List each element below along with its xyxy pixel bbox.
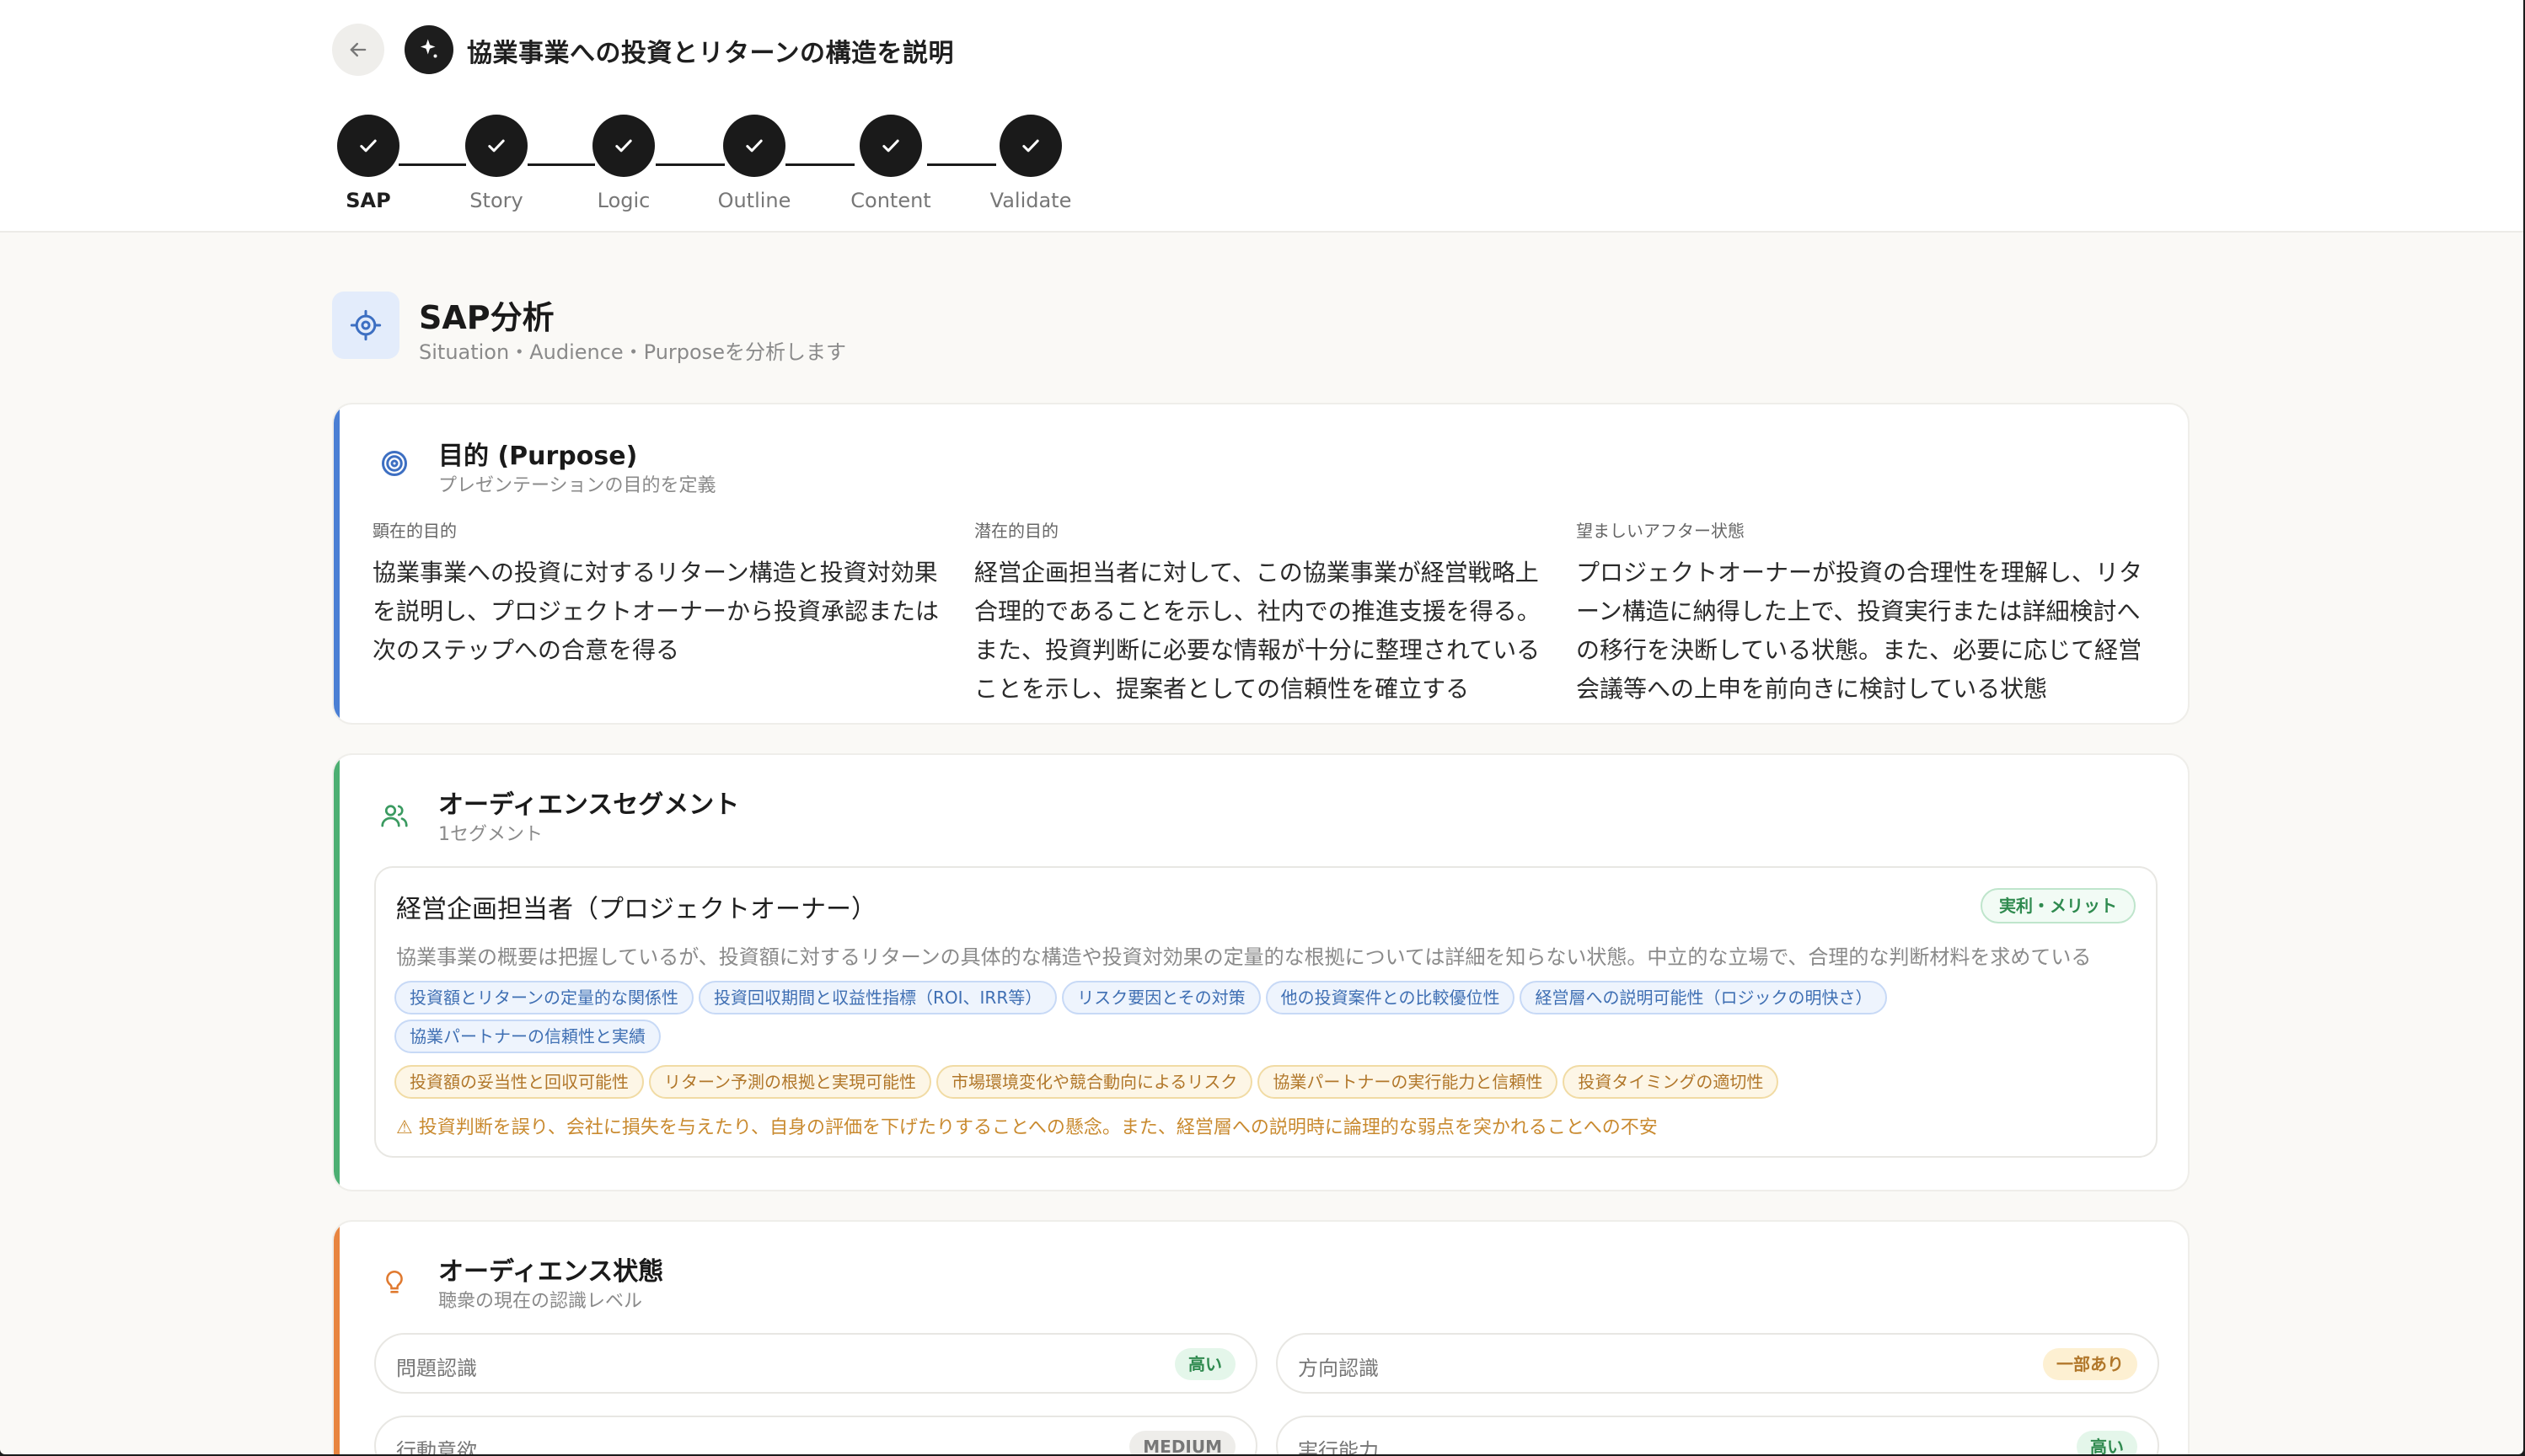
card-title: オーディエンス状態 xyxy=(438,1257,664,1287)
state-label: 方向認識 xyxy=(1298,1357,1379,1380)
concern-chip: 市場環境変化や競合動向によるリスク xyxy=(936,1065,1253,1099)
state-execution-capability[interactable]: 実行能力 高い xyxy=(1276,1416,2159,1454)
check-icon xyxy=(723,115,785,177)
card-title: オーディエンスセグメント xyxy=(438,790,740,820)
step-story[interactable]: Story xyxy=(429,115,564,212)
column-label: 望ましいアフター状態 xyxy=(1576,521,1745,541)
audience-segment-card: オーディエンスセグメント 1セグメント 経営企画担当者（プロジェクトオーナー） … xyxy=(332,753,2190,1191)
lightbulb-icon xyxy=(378,1266,411,1299)
concern-chip: 投資額の妥当性と回収可能性 xyxy=(394,1065,644,1099)
check-icon xyxy=(592,115,655,177)
purpose-card: 目的 (Purpose) プレゼンテーションの目的を定義 顕在的目的 協業事業へ… xyxy=(332,403,2190,725)
card-title: 目的 (Purpose) xyxy=(438,442,638,471)
segment-name: 経営企画担当者（プロジェクトオーナー） xyxy=(396,895,877,924)
card-accent xyxy=(334,1222,340,1454)
step-label: Story xyxy=(469,189,523,212)
state-problem-awareness[interactable]: 問題認識 高い xyxy=(374,1333,1257,1394)
interest-chip: 経営層への説明可能性（ロジックの明快さ） xyxy=(1520,981,1888,1014)
interest-chip: 投資額とリターンの定量的な関係性 xyxy=(394,981,694,1014)
step-content[interactable]: Content xyxy=(823,115,958,212)
audience-state-card: オーディエンス状態 聴衆の現在の認識レベル 問題認識 高い 方向認識 一部あり … xyxy=(332,1220,2190,1454)
users-icon xyxy=(378,799,411,832)
concern-chip: 協業パートナーの実行能力と信頼性 xyxy=(1257,1065,1558,1099)
interest-chip: 協業パートナーの信頼性と実績 xyxy=(394,1020,661,1053)
section-subtitle: Situation・Audience・Purposeを分析します xyxy=(419,340,846,364)
risk-warning: ⚠ 投資判断を誤り、会社に損失を与えたり、自身の評価を下げたりすることへの懸念。… xyxy=(396,1117,1658,1138)
top-header: 協業事業への投資とリターンの構造を説明 SAP Story Logic Outl… xyxy=(0,0,2523,233)
explicit-purpose: 顕在的目的 協業事業への投資に対するリターン構造と投資対効果 を説明し、プロジェ… xyxy=(373,517,946,670)
check-icon xyxy=(860,115,922,177)
concern-chip: 投資タイミングの適切性 xyxy=(1563,1065,1779,1099)
step-validate[interactable]: Validate xyxy=(963,115,1098,212)
check-icon xyxy=(1000,115,1062,177)
step-logic[interactable]: Logic xyxy=(556,115,691,212)
latent-purpose: 潜在的目的 経営企画担当者に対して、この協業事業が経営戦略上 合理的であることを… xyxy=(974,517,1547,709)
progress-stepper: SAP Story Logic Outline Content Validate xyxy=(0,0,2523,233)
app-window: 協業事業への投資とリターンの構造を説明 SAP Story Logic Outl… xyxy=(0,0,2523,1454)
state-label: 問題認識 xyxy=(396,1357,477,1380)
interest-chip: リスク要因とその対策 xyxy=(1062,981,1261,1014)
level-badge: 高い xyxy=(2077,1431,2137,1454)
step-sap[interactable]: SAP xyxy=(301,115,436,212)
card-accent xyxy=(334,755,340,1190)
level-badge: 一部あり xyxy=(2043,1348,2137,1380)
segment-description: 協業事業の概要は把握しているが、投資額に対するリターンの具体的な構造や投資対効果… xyxy=(396,945,2092,969)
motivation-badge: 実利・メリット xyxy=(1981,888,2136,923)
target-icon xyxy=(332,292,399,359)
section-title: SAP分析 xyxy=(419,299,555,336)
level-badge: MEDIUM xyxy=(1129,1431,1236,1454)
interest-chips: 協業パートナーの信頼性と実績 xyxy=(394,1020,661,1053)
step-label: Validate xyxy=(989,189,1072,212)
step-label: Content xyxy=(850,189,931,212)
step-label: SAP xyxy=(346,189,391,212)
desired-after-state: 望ましいアフター状態 プロジェクトオーナーが投資の合理性を理解し、リタ ーン構造… xyxy=(1576,517,2149,709)
column-text: 協業事業への投資に対するリターン構造と投資対効果 を説明し、プロジェクトオーナー… xyxy=(373,559,940,664)
state-label: 行動意欲 xyxy=(396,1439,477,1454)
card-subtitle: プレゼンテーションの目的を定義 xyxy=(438,475,716,496)
segment-item[interactable]: 経営企画担当者（プロジェクトオーナー） 実利・メリット 協業事業の概要は把握して… xyxy=(374,866,2158,1158)
bullseye-icon xyxy=(378,447,411,480)
concern-chips: 投資額の妥当性と回収可能性 リターン予測の根拠と実現可能性 市場環境変化や競合動… xyxy=(394,1065,1779,1099)
step-label: Logic xyxy=(597,189,651,212)
interest-chip: 他の投資案件との比較優位性 xyxy=(1265,981,1515,1014)
interest-chip: 投資回収期間と収益性指標（ROI、IRR等） xyxy=(699,981,1058,1014)
state-label: 実行能力 xyxy=(1298,1439,1379,1454)
card-accent xyxy=(334,404,340,723)
step-label: Outline xyxy=(717,189,791,212)
check-icon xyxy=(465,115,528,177)
card-subtitle: 聴衆の現在の認識レベル xyxy=(438,1291,643,1312)
column-label: 潜在的目的 xyxy=(974,521,1059,541)
state-action-motivation[interactable]: 行動意欲 MEDIUM xyxy=(374,1416,1257,1454)
state-direction-awareness[interactable]: 方向認識 一部あり xyxy=(1276,1333,2159,1394)
card-subtitle: 1セグメント xyxy=(438,824,543,845)
column-label: 顕在的目的 xyxy=(373,521,457,541)
column-text: 経営企画担当者に対して、この協業事業が経営戦略上 合理的であることを示し、社内で… xyxy=(974,559,1541,703)
concern-chip: リターン予測の根拠と実現可能性 xyxy=(649,1065,931,1099)
interest-chips: 投資額とリターンの定量的な関係性 投資回収期間と収益性指標（ROI、IRR等） … xyxy=(394,981,1888,1014)
level-badge: 高い xyxy=(1175,1348,1236,1380)
step-outline[interactable]: Outline xyxy=(687,115,822,212)
column-text: プロジェクトオーナーが投資の合理性を理解し、リタ ーン構造に納得した上で、投資実… xyxy=(1576,559,2143,703)
check-icon xyxy=(337,115,399,177)
